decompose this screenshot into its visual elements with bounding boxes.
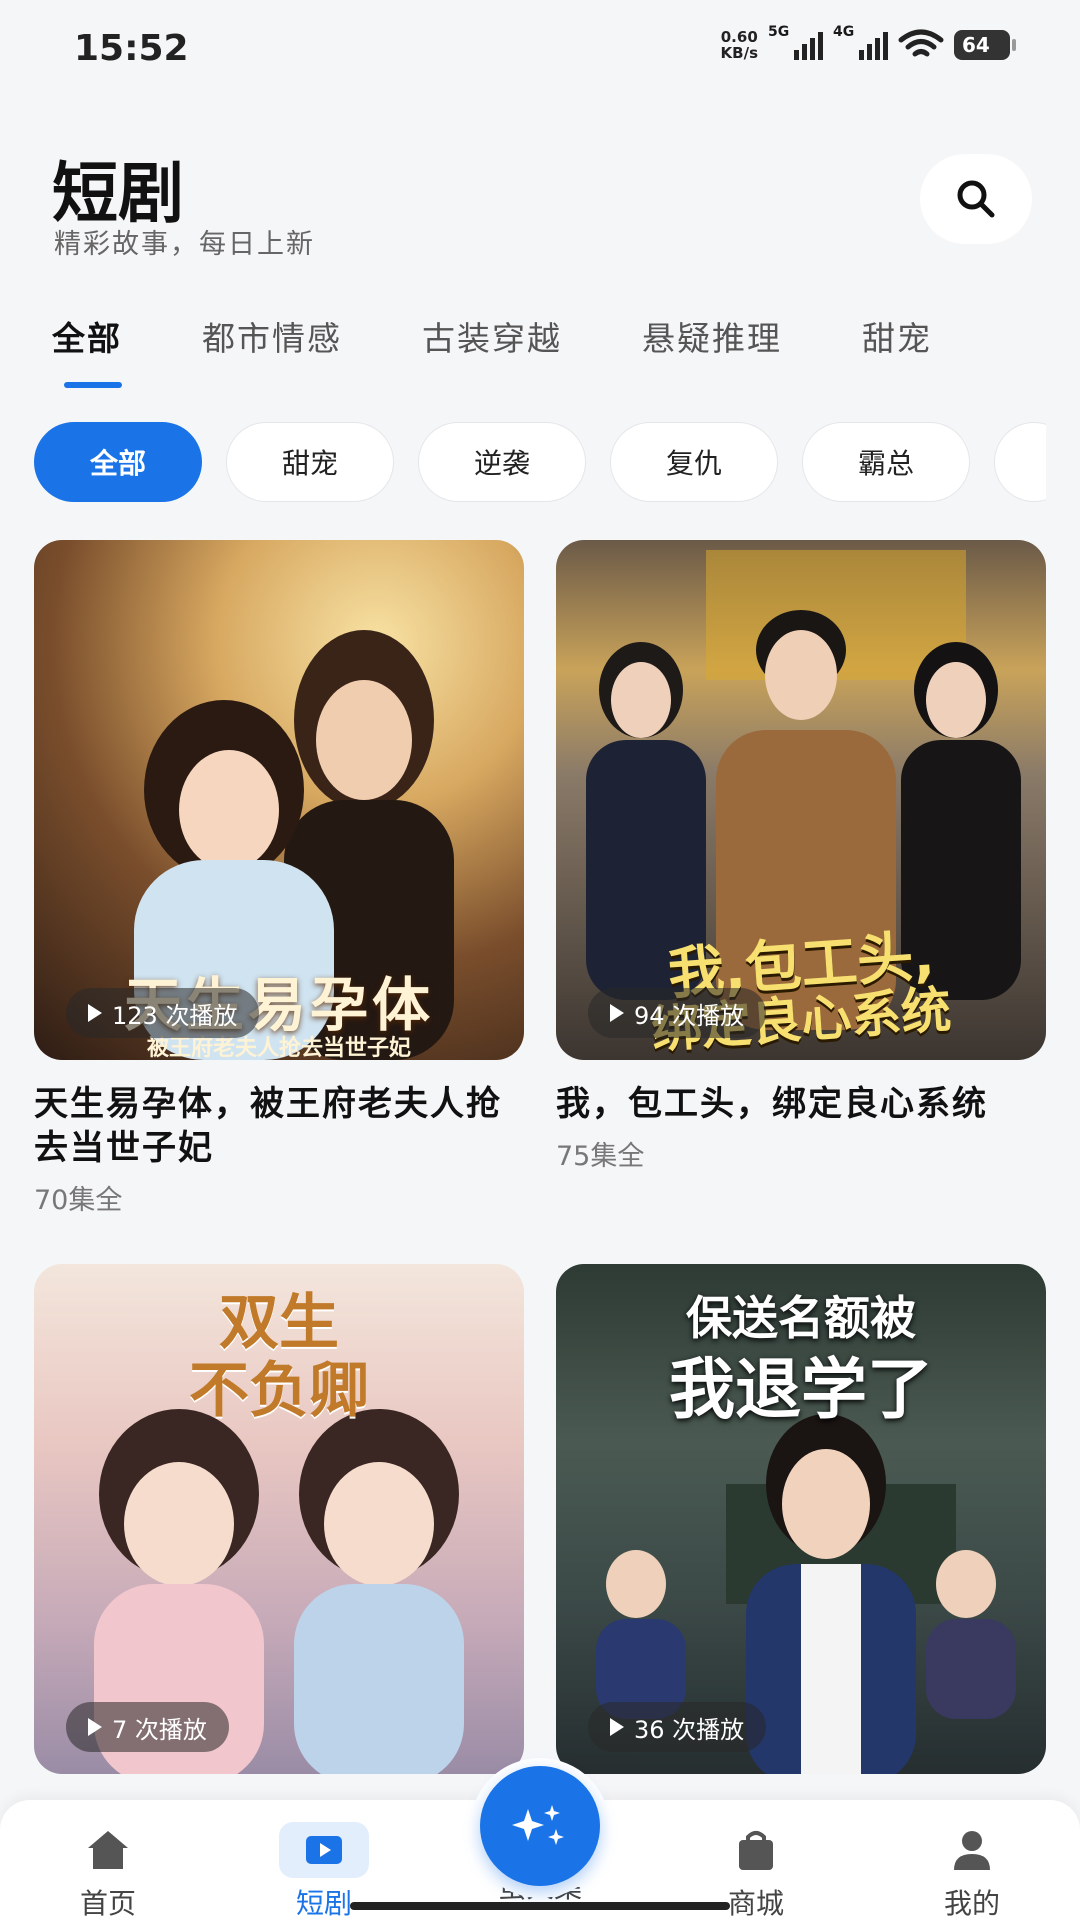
chip-revenge[interactable]: 复仇 xyxy=(610,422,778,502)
search-button[interactable] xyxy=(920,154,1032,244)
drama-title[interactable]: 我，包工头，绑定良心系统 xyxy=(556,1082,1046,1126)
drama-card[interactable]: 天生易孕体 被王府老夫人抢去当世子妃 123 次播放 天生易孕体，被王府老夫人抢… xyxy=(34,540,524,1217)
chip-more[interactable] xyxy=(994,422,1046,502)
drama-card[interactable]: 双生 不负卿 7 次播放 xyxy=(34,1264,524,1774)
drama-card[interactable]: 我,包工头, 绑定良心系统 94 次播放 我，包工头，绑定良心系统 75集全 xyxy=(556,540,1046,1173)
tab-urban-romance[interactable]: 都市情感 xyxy=(202,312,342,360)
chip-sweet[interactable]: 甜宠 xyxy=(226,422,394,502)
poster-subtitle-text: 我退学了 xyxy=(669,1351,933,1428)
drama-title[interactable]: 天生易孕体，被王府老夫人抢去当世子妃 xyxy=(34,1082,524,1170)
search-icon xyxy=(957,180,995,218)
tab-indicator xyxy=(64,382,122,388)
nav-short-drama-label: 短剧 xyxy=(295,1887,352,1920)
play-count-badge: 94 次播放 xyxy=(588,988,767,1038)
sparkle-icon xyxy=(512,1805,564,1845)
filter-chips: 全部 甜宠 逆袭 复仇 霸总 xyxy=(34,422,1046,502)
tab-mystery[interactable]: 悬疑推理 xyxy=(642,312,782,360)
signal-5g-icon: 5G xyxy=(768,24,823,60)
nav-home-label: 首页 xyxy=(79,1887,136,1920)
chip-all[interactable]: 全部 xyxy=(34,422,202,502)
battery-icon: 64 xyxy=(954,30,1016,60)
nav-me[interactable]: 我的 xyxy=(902,1828,1042,1920)
drama-poster[interactable]: 保送名额被 我退学了 36 次播放 xyxy=(556,1264,1046,1774)
poster-subtitle-text: 不负卿 xyxy=(189,1356,369,1426)
firefly-fab-button[interactable] xyxy=(480,1766,600,1886)
wifi-icon xyxy=(898,29,944,57)
episode-count: 75集全 xyxy=(556,1141,645,1172)
play-icon xyxy=(88,1718,102,1736)
page-subtitle: 精彩故事，每日上新 xyxy=(54,229,315,260)
play-icon xyxy=(610,1004,624,1022)
status-time: 15:52 xyxy=(74,28,189,69)
drama-poster[interactable]: 天生易孕体 被王府老夫人抢去当世子妃 123 次播放 xyxy=(34,540,524,1060)
chip-ceo[interactable]: 霸总 xyxy=(802,422,970,502)
play-count-badge: 123 次播放 xyxy=(66,988,260,1038)
play-icon xyxy=(88,1004,102,1022)
drama-card[interactable]: 保送名额被 我退学了 36 次播放 xyxy=(556,1264,1046,1774)
shopping-bag-icon xyxy=(728,1828,784,1872)
person-icon xyxy=(944,1828,1000,1872)
home-icon xyxy=(80,1828,136,1872)
chip-comeback[interactable]: 逆袭 xyxy=(418,422,586,502)
tab-costume-timetravel[interactable]: 古装穿越 xyxy=(422,312,562,360)
signal-4g-icon: 4G xyxy=(833,24,888,60)
home-indicator xyxy=(350,1902,730,1910)
drama-poster[interactable]: 我,包工头, 绑定良心系统 94 次播放 xyxy=(556,540,1046,1060)
tab-all[interactable]: 全部 xyxy=(52,312,122,360)
play-count-badge: 7 次播放 xyxy=(66,1702,229,1752)
nav-me-label: 我的 xyxy=(943,1887,1000,1920)
nav-mall-label: 商城 xyxy=(727,1887,784,1920)
play-icon xyxy=(279,1822,369,1878)
status-bar: 15:52 0.60 KB/s 5G 4G 64 xyxy=(0,0,1080,100)
episode-count: 70集全 xyxy=(34,1185,123,1216)
drama-poster[interactable]: 双生 不负卿 7 次播放 xyxy=(34,1264,524,1774)
network-speed: 0.60 KB/s xyxy=(720,28,758,62)
play-icon xyxy=(610,1718,624,1736)
nav-home[interactable]: 首页 xyxy=(38,1828,178,1920)
play-count-badge: 36 次播放 xyxy=(588,1702,767,1752)
tab-sweet[interactable]: 甜宠 xyxy=(862,312,932,360)
category-tabs: 全部 都市情感 古装穿越 悬疑推理 甜宠 xyxy=(52,312,1080,360)
status-indicators: 0.60 KB/s 5G 4G 64 xyxy=(720,24,1016,62)
